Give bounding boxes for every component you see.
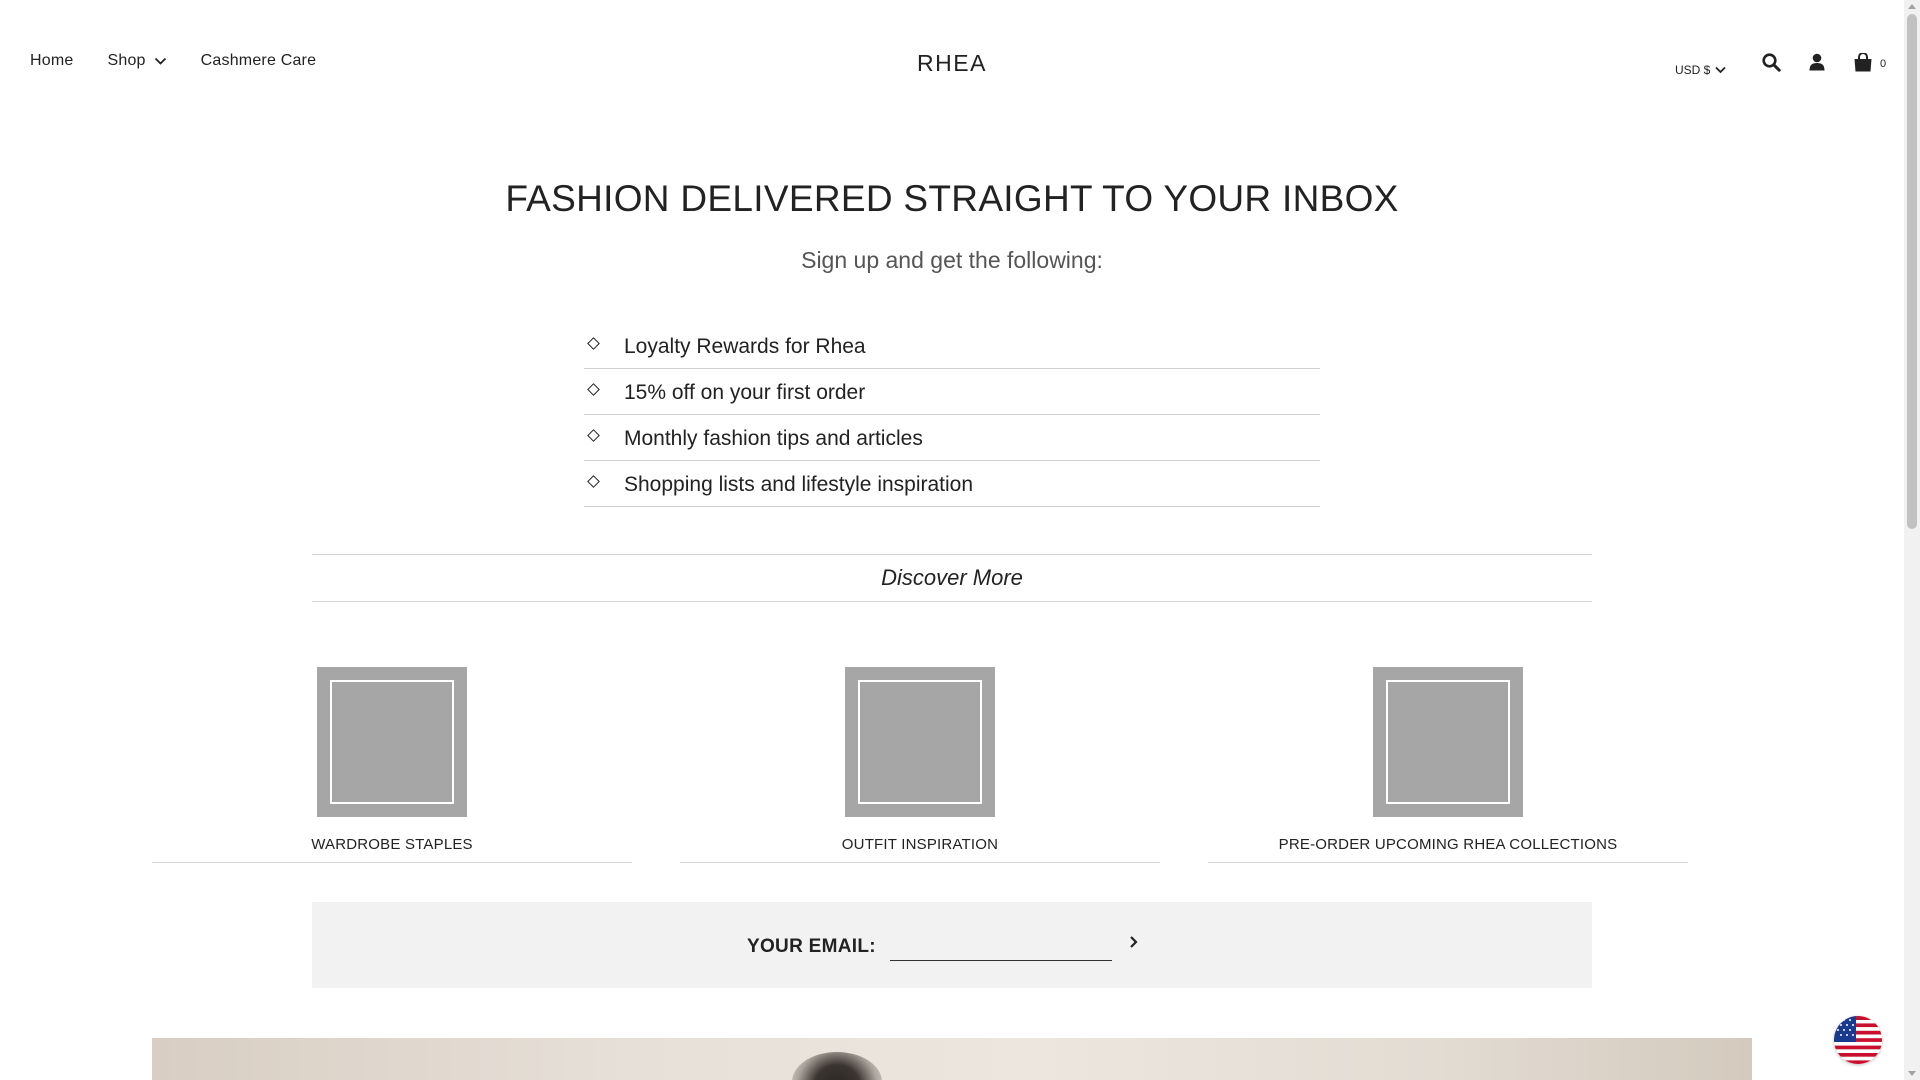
cart-count: 0	[1880, 58, 1887, 70]
benefit-text: 15% off on your first order	[624, 381, 866, 404]
hero-banner-image	[152, 1038, 1752, 1080]
list-item: Shopping lists and lifestyle inspiration	[584, 461, 1320, 507]
discover-more-heading: Discover More	[312, 554, 1592, 602]
diamond-bullet-icon	[587, 337, 600, 350]
card-label: PRE-ORDER UPCOMING RHEA COLLECTIONS	[1278, 836, 1618, 853]
image-placeholder-frame	[858, 680, 982, 804]
us-flag-icon[interactable]	[1834, 1016, 1882, 1064]
list-item: 15% off on your first order	[584, 369, 1320, 415]
card-outfit-inspiration[interactable]: OUTFIT INSPIRATION	[680, 667, 1160, 863]
image-placeholder	[845, 667, 995, 817]
image-placeholder-frame	[330, 680, 454, 804]
email-field[interactable]	[890, 930, 1112, 961]
page-subtitle: Sign up and get the following:	[801, 247, 1103, 273]
card-label: WARDROBE STAPLES	[311, 836, 473, 853]
currency-selector[interactable]: USD $	[1675, 63, 1726, 77]
logo-container: RHEA	[0, 50, 1904, 77]
card-wardrobe-staples[interactable]: WARDROBE STAPLES	[152, 667, 632, 863]
account-icon[interactable]	[1809, 53, 1825, 71]
diamond-bullet-icon	[587, 383, 600, 396]
card-label: OUTFIT INSPIRATION	[841, 836, 999, 853]
cart-icon[interactable]	[1853, 53, 1873, 72]
email-signup-form: YOUR EMAIL:	[312, 902, 1592, 988]
diamond-bullet-icon	[587, 475, 600, 488]
card-pre-order[interactable]: PRE-ORDER UPCOMING RHEA COLLECTIONS	[1208, 667, 1688, 863]
image-placeholder-frame	[1386, 680, 1510, 804]
site-logo[interactable]: RHEA	[917, 50, 987, 76]
currency-label: USD $	[1675, 63, 1711, 77]
image-placeholder	[317, 667, 467, 817]
benefit-text: Monthly fashion tips and articles	[624, 427, 923, 450]
scrollbar-thumb[interactable]	[1907, 14, 1917, 529]
scroll-down-arrow-icon[interactable]	[1908, 1071, 1916, 1076]
diamond-bullet-icon	[587, 429, 600, 442]
chevron-down-icon	[1715, 66, 1726, 74]
benefit-text: Shopping lists and lifestyle inspiration	[624, 473, 974, 496]
page-scrollbar[interactable]	[1904, 0, 1920, 1080]
model-hair-shape	[792, 1052, 882, 1080]
page-title: FASHION DELIVERED STRAIGHT TO YOUR INBOX	[505, 178, 1399, 219]
site-header: Home Shop Cashmere Care RHEA USD $ 0	[0, 0, 1904, 130]
image-placeholder	[1373, 667, 1523, 817]
scroll-up-arrow-icon[interactable]	[1908, 4, 1916, 9]
chevron-right-icon	[1130, 936, 1138, 948]
benefits-list: Loyalty Rewards for Rhea 15% off on your…	[584, 323, 1320, 507]
search-icon[interactable]	[1762, 53, 1781, 72]
email-submit-button[interactable]	[1124, 932, 1144, 952]
list-item: Loyalty Rewards for Rhea	[584, 323, 1320, 369]
email-label: YOUR EMAIL:	[747, 936, 876, 957]
list-item: Monthly fashion tips and articles	[584, 415, 1320, 461]
benefit-text: Loyalty Rewards for Rhea	[624, 335, 866, 358]
